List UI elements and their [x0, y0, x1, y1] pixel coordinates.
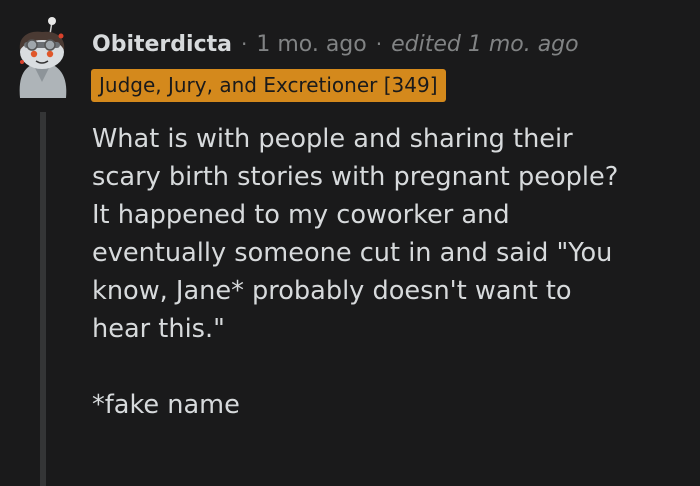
- user-flair: Judge, Jury, and Excretioner [349]: [91, 69, 446, 102]
- author-username[interactable]: Obiterdicta: [92, 32, 232, 57]
- comment: Obiterdicta · 1 mo. ago · edited 1 mo. a…: [0, 0, 700, 486]
- meta-separator: ·: [375, 32, 383, 56]
- thread-collapse-line[interactable]: [40, 112, 46, 486]
- meta-separator: ·: [240, 32, 248, 56]
- comment-body: What is with people and sharing their sc…: [92, 120, 692, 424]
- snoo-avatar-icon: [19, 17, 67, 98]
- user-avatar[interactable]: [12, 16, 74, 98]
- comment-timestamp[interactable]: 1 mo. ago: [256, 32, 366, 57]
- comment-paragraph: What is with people and sharing their sc…: [92, 124, 619, 344]
- comment-meta: Obiterdicta · 1 mo. ago · edited 1 mo. a…: [92, 26, 579, 62]
- comment-paragraph: *fake name: [92, 390, 240, 420]
- edited-timestamp: edited 1 mo. ago: [391, 31, 579, 57]
